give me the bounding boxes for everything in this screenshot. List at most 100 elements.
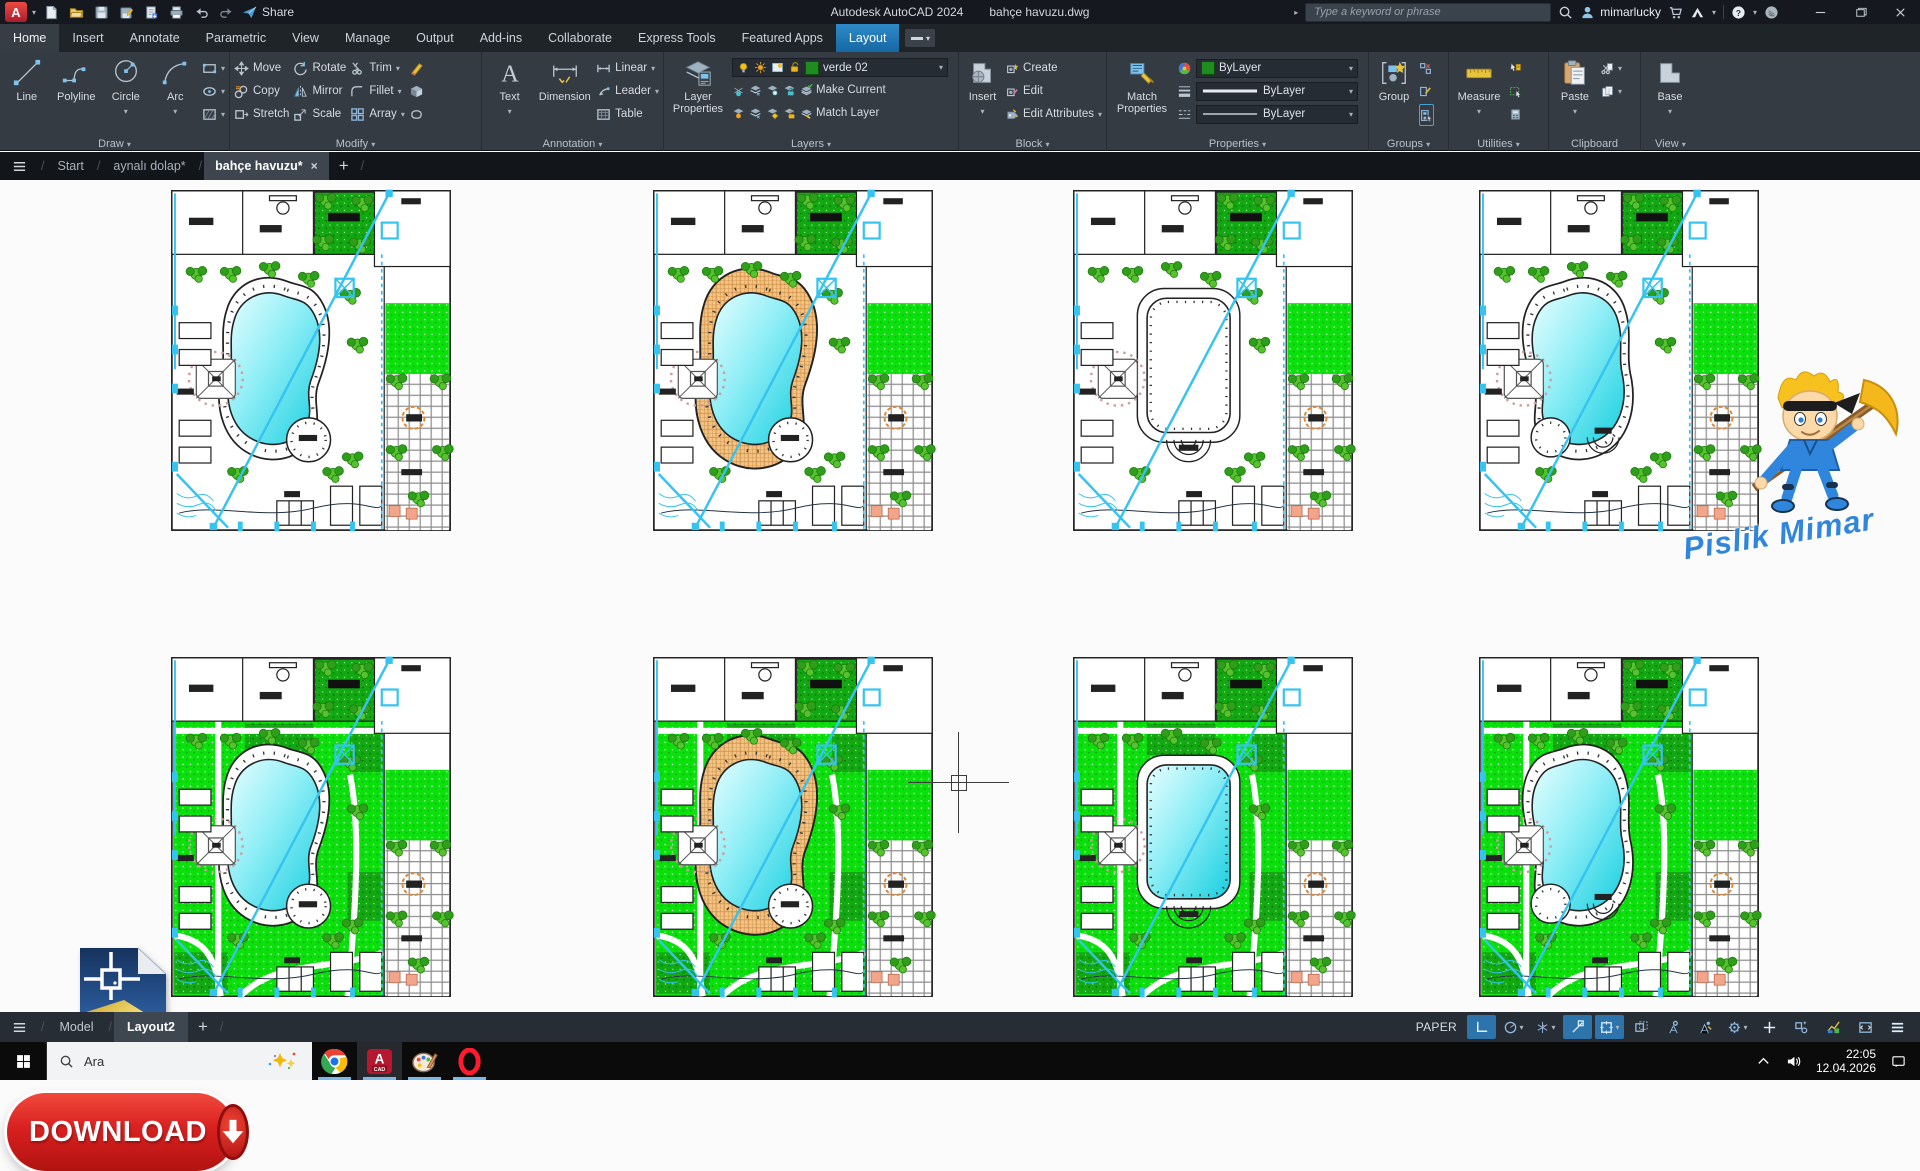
undo-button[interactable]	[191, 2, 211, 22]
feedback-icon[interactable]	[1764, 5, 1779, 20]
taskbar-app-chrome[interactable]	[312, 1042, 357, 1080]
erase-button[interactable]	[409, 58, 424, 78]
ribbon-tab-collaborate[interactable]: Collaborate	[535, 24, 625, 52]
ribbon-tab-express-tools[interactable]: Express Tools	[625, 24, 729, 52]
share-button[interactable]: Share	[242, 5, 294, 20]
autodesk-icon[interactable]	[1690, 5, 1705, 20]
leader-button[interactable]: Leader▾	[596, 81, 659, 101]
ribbon-tab-layout[interactable]: Layout	[836, 24, 900, 52]
ribbon-tab-view[interactable]: View	[279, 24, 332, 52]
redo-button[interactable]	[216, 2, 236, 22]
plan-6[interactable]	[649, 653, 937, 1001]
help-caret-icon[interactable]: ▾	[1753, 8, 1757, 17]
app-menu-caret-icon[interactable]: ▾	[32, 8, 36, 17]
rotate-button[interactable]: Rotate	[293, 58, 346, 78]
layer-unlock-icon[interactable]	[783, 107, 796, 120]
status-customize-menu[interactable]	[1883, 1015, 1912, 1039]
panel-label-groups[interactable]: Groups ▾	[1369, 138, 1448, 150]
new-layout-button[interactable]: +	[188, 1017, 218, 1037]
linetype-select[interactable]: ByLayer▾	[1196, 105, 1358, 124]
file-tab-2[interactable]: aynalı dolap*	[102, 152, 196, 180]
status-snap-mode[interactable]	[1467, 1015, 1496, 1039]
plan-2[interactable]	[649, 186, 937, 535]
dimension-button[interactable]: Dimension	[537, 56, 592, 133]
file-tab-menu-button[interactable]	[0, 159, 39, 174]
search-icon[interactable]	[1558, 5, 1573, 20]
panel-label-annotation[interactable]: Annotation ▾	[482, 138, 663, 150]
drawing-canvas[interactable]: Pislik Mimar .dwg DOWNLOAD	[0, 180, 1920, 1012]
layer-freeze-icon[interactable]	[766, 84, 779, 97]
tray-expand-icon[interactable]	[1756, 1054, 1771, 1069]
taskbar-app-autocad[interactable]: ACAD	[357, 1042, 402, 1080]
layer-select[interactable]: verde 02 ▾	[732, 58, 948, 77]
trim-button[interactable]: Trim▾	[350, 58, 405, 78]
arc-button[interactable]: Arc▾	[153, 56, 199, 133]
table-button[interactable]: Table	[596, 104, 659, 124]
layer-thaw-all-icon[interactable]	[766, 107, 779, 120]
plan-8[interactable]	[1475, 653, 1763, 1001]
status-selection-cycling[interactable]	[1627, 1015, 1656, 1039]
ribbon-tab-parametric[interactable]: Parametric	[193, 24, 279, 52]
match-properties-button[interactable]: Match Properties	[1111, 56, 1173, 133]
rectangle-button[interactable]: ▾	[202, 58, 225, 78]
status-isolate-objects[interactable]	[1755, 1015, 1784, 1039]
ribbon-tab-home[interactable]: Home	[0, 24, 59, 52]
linear-button[interactable]: Linear▾	[596, 58, 659, 78]
volume-icon[interactable]	[1786, 1054, 1801, 1069]
copy-button[interactable]: Copy	[234, 81, 289, 101]
polyline-button[interactable]: Polyline	[54, 56, 100, 133]
minimize-button[interactable]	[1800, 0, 1840, 24]
quick-calc-button[interactable]	[1509, 104, 1522, 124]
clock[interactable]: 22:05 12.04.2026	[1816, 1047, 1876, 1075]
copilot-icon[interactable]	[266, 1051, 300, 1071]
explode-button[interactable]	[409, 81, 424, 101]
layout-menu-button[interactable]	[0, 1020, 39, 1035]
panel-label-properties[interactable]: Properties ▾	[1107, 138, 1368, 150]
plan-3[interactable]	[1069, 186, 1357, 535]
plan-7[interactable]	[1069, 653, 1357, 1001]
panel-label-layers[interactable]: Layers ▾	[664, 138, 958, 150]
taskbar-search-input[interactable]: Ara	[46, 1042, 312, 1080]
save-button[interactable]	[91, 2, 111, 22]
notification-icon[interactable]	[1891, 1054, 1906, 1069]
group-edit-button[interactable]	[1419, 81, 1434, 101]
layout-tab-model[interactable]: Model	[46, 1012, 106, 1042]
download-button[interactable]: DOWNLOAD	[7, 1093, 235, 1171]
save-as-button[interactable]	[116, 2, 136, 22]
start-button[interactable]	[0, 1042, 46, 1080]
status-isodraft[interactable]: ▾	[1531, 1015, 1560, 1039]
layer-isolate-icon[interactable]	[749, 84, 762, 97]
status-polar-tracking[interactable]: ▾	[1499, 1015, 1528, 1039]
panel-label-block[interactable]: Block ▾	[959, 138, 1106, 150]
ribbon-tab-add-ins[interactable]: Add-ins	[467, 24, 535, 52]
group-select-toggle[interactable]	[1419, 104, 1434, 126]
status-clean-screen[interactable]	[1851, 1015, 1880, 1039]
fillet-button[interactable]: Fillet▾	[350, 81, 405, 101]
layer-properties-button[interactable]: Layer Properties	[668, 56, 728, 133]
move-button[interactable]: Move	[234, 58, 289, 78]
file-tab-1[interactable]: Start	[46, 152, 94, 180]
edit-block-button[interactable]: Edit	[1006, 81, 1102, 101]
make-current-button[interactable]: Make Current	[800, 80, 886, 100]
status-annotation-visibility[interactable]	[1659, 1015, 1688, 1039]
ribbon-display-toggle[interactable]: ▾	[905, 29, 935, 47]
taskbar-app-paint[interactable]	[402, 1042, 447, 1080]
taskbar-app-opera[interactable]	[447, 1042, 492, 1080]
layer-lock-icon[interactable]	[783, 84, 796, 97]
space-toggle[interactable]: PAPER	[1416, 1020, 1457, 1034]
cut-button[interactable]: ▾	[1601, 58, 1622, 78]
print-button[interactable]	[166, 2, 186, 22]
stretch-button[interactable]: Stretch	[234, 104, 289, 124]
status-annotation-scale[interactable]: ▾	[1723, 1015, 1752, 1039]
panel-label-draw[interactable]: Draw ▾	[0, 138, 229, 150]
ribbon-tab-annotate[interactable]: Annotate	[117, 24, 193, 52]
panel-label-clipboard[interactable]: Clipboard	[1549, 138, 1640, 150]
app-store-icon[interactable]	[1668, 5, 1683, 20]
group-button[interactable]: Group	[1373, 56, 1415, 133]
file-tab-3[interactable]: bahçe havuzu*×	[204, 152, 329, 180]
ribbon-tab-featured-apps[interactable]: Featured Apps	[729, 24, 836, 52]
scale-button[interactable]: Scale	[293, 104, 346, 124]
layer-thaw-icon[interactable]	[749, 107, 762, 120]
copy-clip-button[interactable]: ▾	[1601, 81, 1622, 101]
status-object-isolate[interactable]	[1787, 1015, 1816, 1039]
